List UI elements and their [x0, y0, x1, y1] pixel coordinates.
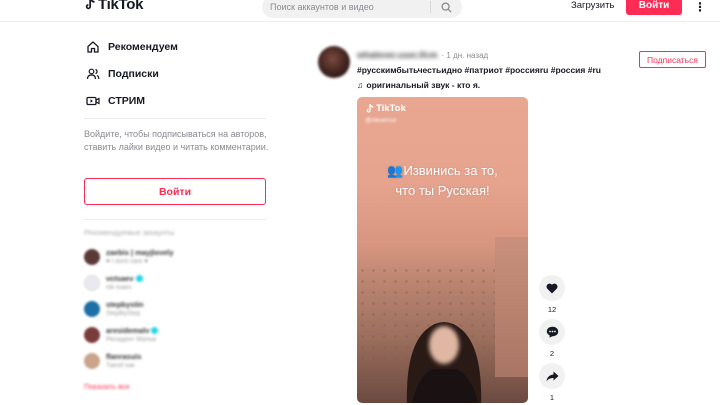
suggested-accounts-title: Рекомендуемые аккаунты — [84, 228, 175, 237]
video-player[interactable]: TikTok @nksercur 👥Извинись за то, что ты… — [357, 97, 528, 403]
suggested-account[interactable]: stepbystin StepByStep — [84, 300, 144, 317]
account-name: zaebis | mayjlovely — [106, 248, 174, 257]
video-person — [406, 322, 482, 403]
video-watermark: TikTok — [365, 103, 406, 114]
search-input[interactable] — [262, 2, 430, 12]
home-icon — [87, 41, 99, 53]
account-text: vctsaev nik tsaev — [106, 274, 143, 291]
tiktok-note-icon — [85, 0, 95, 10]
account-name: vctsaev — [106, 274, 143, 283]
music-note-icon: ♫ — [357, 80, 364, 90]
comment-icon[interactable] — [539, 319, 565, 345]
users-icon — [86, 68, 100, 80]
caption-text: Извинись за то, — [403, 163, 498, 178]
account-name: aresidemalv — [106, 326, 159, 335]
avatar — [84, 352, 100, 369]
avatar — [84, 326, 100, 343]
video-caption: 👥Извинись за то, что ты Русская! — [357, 161, 528, 201]
sidebar-login-button[interactable]: Войти — [84, 178, 266, 205]
share-count: 1 — [549, 393, 555, 402]
login-hint-text: Войдите, чтобы подписываться на авторов,… — [84, 129, 269, 152]
sidebar-item-live[interactable]: СТРИМ — [86, 94, 145, 108]
suggested-account[interactable]: aresidemalv Ресидент Мальв — [84, 326, 159, 343]
live-icon — [86, 96, 100, 106]
like-action[interactable]: 12 — [539, 275, 565, 314]
post-hashtags[interactable]: #русскимбытьчестьидно #патриот #россияru… — [357, 65, 601, 75]
verified-badge-icon — [135, 275, 143, 282]
comment-action[interactable]: 2 — [539, 319, 565, 358]
comment-count: 2 — [549, 349, 555, 358]
suggested-account[interactable]: vctsaev nik tsaev — [84, 274, 143, 291]
sidebar-item-following[interactable]: Подписки — [86, 67, 159, 81]
avatar — [84, 274, 100, 291]
tiktok-note-icon — [366, 103, 374, 113]
sidebar-item-recommended[interactable]: Рекомендуем — [86, 40, 178, 54]
follow-button[interactable]: Подписаться — [639, 51, 706, 68]
account-subtitle: Ресидент Мальв — [106, 336, 157, 343]
heart-icon[interactable] — [539, 275, 565, 301]
caption-line: 👥Извинись за то, — [357, 161, 528, 181]
avatar — [84, 300, 100, 317]
login-button[interactable]: Войти — [626, 0, 682, 15]
top-header: TikTok Загрузить Войти ⋮ — [0, 0, 720, 22]
suggested-account[interactable]: zaebis | mayjlovely ♥ I dont care ♥ — [84, 248, 174, 265]
avatar[interactable] — [318, 46, 350, 78]
account-subtitle: Такой как — [106, 362, 135, 369]
watermark-handle: @nksercur — [365, 117, 397, 124]
logo-text: TikTok — [98, 0, 144, 13]
account-name: stepbystin — [106, 300, 144, 309]
account-subtitle: nik tsaev — [106, 284, 132, 291]
account-name-text: vctsaev — [106, 274, 134, 283]
sound-title: оригинальный звук - кто я. — [366, 80, 481, 90]
see-all-link[interactable]: Показать все — [84, 382, 130, 391]
post-time: · 1 дн. назад — [441, 50, 489, 60]
account-name: flanrasuis — [106, 352, 142, 361]
sidebar-divider — [84, 118, 266, 119]
account-text: zaebis | mayjlovely ♥ I dont care ♥ — [106, 248, 174, 265]
suggested-account[interactable]: flanrasuis Такой как — [84, 352, 141, 369]
sidebar-item-label: Рекомендуем — [108, 41, 178, 53]
sidebar-item-label: Подписки — [108, 68, 159, 80]
people-emoji-icon: 👥 — [387, 163, 404, 178]
caption-line: что ты Русская! — [395, 183, 490, 198]
share-icon[interactable] — [539, 363, 565, 389]
account-text: stepbystin StepByStep — [106, 300, 144, 317]
search-icon[interactable] — [431, 1, 461, 13]
account-name-text: aresidemalv — [106, 326, 150, 335]
post-author: whatever.user.ifcm · 1 дн. назад — [357, 50, 488, 60]
sidebar-item-label: СТРИМ — [108, 95, 146, 107]
share-action[interactable]: 1 — [539, 363, 565, 402]
author-name[interactable]: whatever.user.ifcm — [357, 50, 438, 60]
more-options-icon[interactable]: ⋮ — [694, 0, 706, 14]
upload-link[interactable]: Загрузить — [571, 0, 614, 11]
post-sound[interactable]: ♫ оригинальный звук - кто я. — [357, 80, 480, 90]
account-subtitle: StepByStep — [106, 310, 141, 317]
avatar — [84, 248, 100, 265]
tiktok-logo[interactable]: TikTok — [84, 0, 143, 13]
like-count: 12 — [547, 305, 557, 314]
account-subtitle: ♥ I dont care ♥ — [106, 258, 149, 265]
sidebar-divider — [84, 219, 266, 220]
watermark-text: TikTok — [376, 103, 406, 114]
verified-badge-icon — [151, 327, 159, 334]
account-text: flanrasuis Такой как — [106, 352, 141, 369]
search-bar — [262, 0, 462, 18]
account-text: aresidemalv Ресидент Мальв — [106, 326, 159, 343]
